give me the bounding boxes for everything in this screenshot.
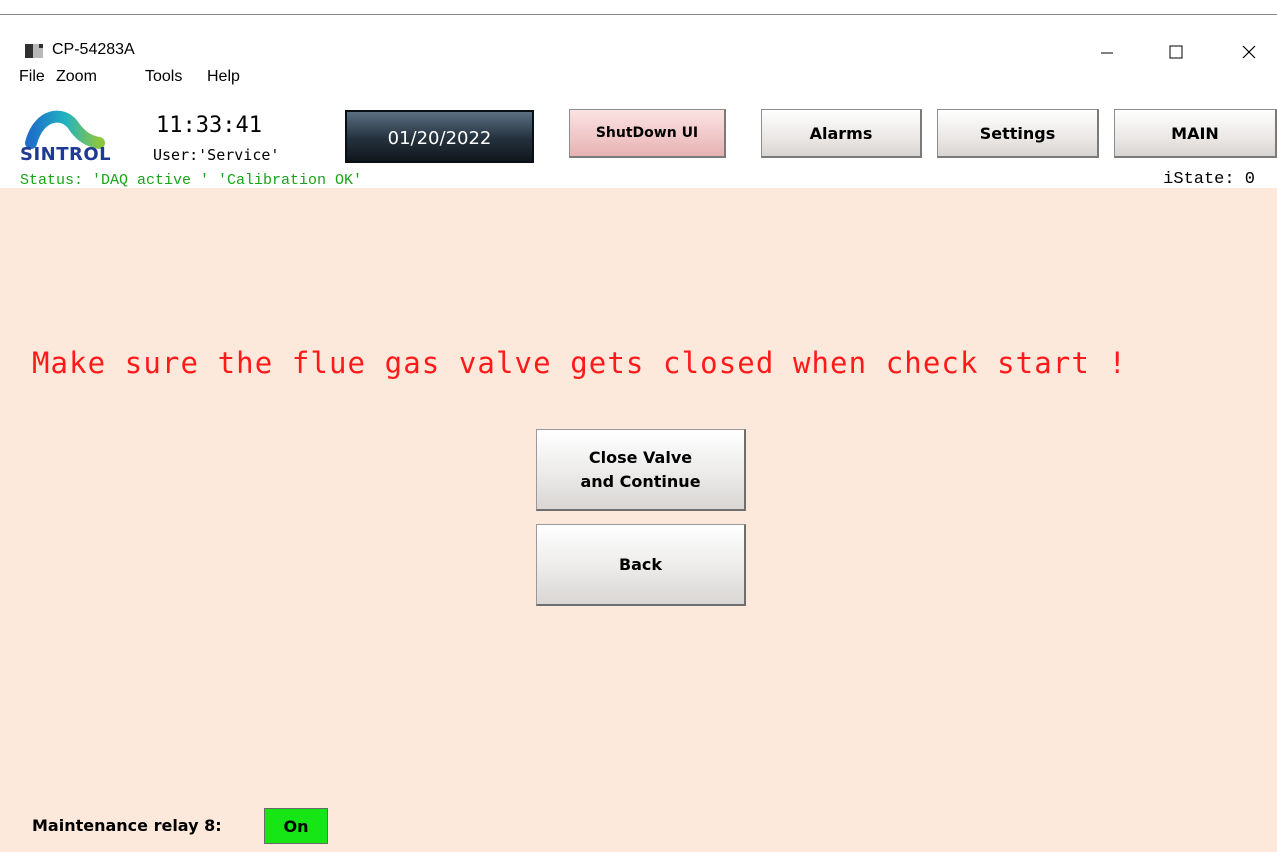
menu-help[interactable]: Help <box>207 68 240 86</box>
top-edge-strip <box>0 0 1277 15</box>
valve-warning-message: Make sure the flue gas valve gets closed… <box>32 346 1128 380</box>
back-button[interactable]: Back <box>536 524 746 606</box>
user-label: User:'Service' <box>153 146 280 164</box>
title-bar: CP-54283A <box>0 15 1277 65</box>
settings-button[interactable]: Settings <box>937 109 1099 158</box>
maximize-icon <box>1169 45 1183 59</box>
minimize-icon <box>1101 52 1113 54</box>
date-button[interactable]: 01/20/2022 <box>345 110 534 163</box>
menu-file[interactable]: File <box>19 68 45 86</box>
logo-text: SINTROL <box>20 144 112 165</box>
close-valve-label-line1: Close Valve <box>588 447 693 467</box>
close-valve-label-line2: and Continue <box>580 471 701 491</box>
status-line: Status: 'DAQ active ' 'Calibration OK' <box>20 172 363 189</box>
menu-zoom[interactable]: Zoom <box>56 68 97 86</box>
menu-bar: File Zoom Tools Help <box>0 65 1277 91</box>
app-window-icon <box>25 44 43 58</box>
close-icon <box>1242 45 1256 59</box>
main-button[interactable]: MAIN <box>1114 109 1277 158</box>
shutdown-ui-button[interactable]: ShutDown UI <box>569 109 726 158</box>
istate-indicator: iState: 0 <box>1163 170 1255 189</box>
menu-tools[interactable]: Tools <box>145 68 182 86</box>
close-valve-continue-button[interactable]: Close Valve and Continue <box>536 429 746 511</box>
window-title: CP-54283A <box>52 41 135 58</box>
maintenance-relay-label: Maintenance relay 8: <box>32 816 222 835</box>
clock-time: 11:33:41 <box>156 113 262 138</box>
maintenance-relay-state[interactable]: On <box>264 808 328 844</box>
alarms-button[interactable]: Alarms <box>761 109 922 158</box>
